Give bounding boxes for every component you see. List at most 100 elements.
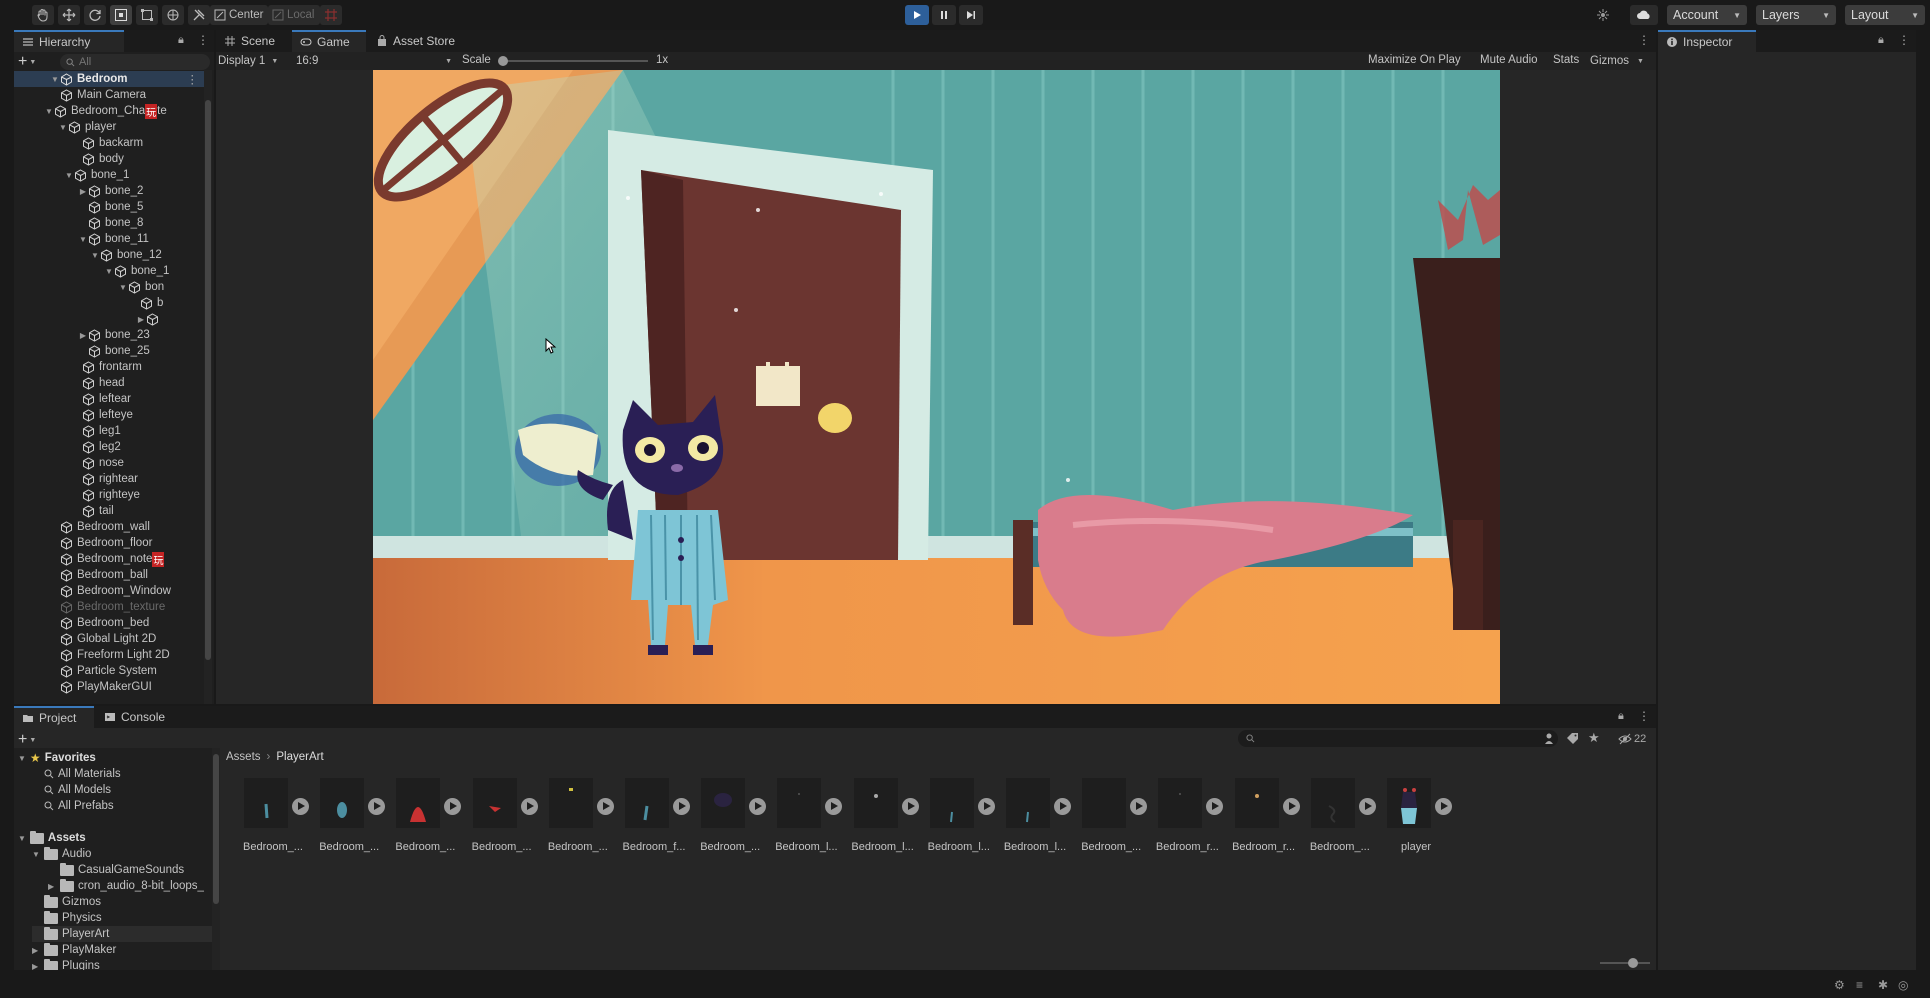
aspect-dropdown[interactable]: 16:9 ▼ <box>296 53 452 69</box>
display-dropdown[interactable]: Display 1 ▼ <box>218 53 290 69</box>
lock-icon[interactable]: 🔒︎ <box>1618 710 1624 723</box>
cloud-icon[interactable] <box>1630 5 1658 25</box>
chevron-right-icon[interactable]: ▶ <box>136 315 146 324</box>
scale-slider-thumb[interactable] <box>498 56 508 66</box>
hierarchy-item[interactable]: body <box>14 151 204 167</box>
chevron-down-icon[interactable]: ▼ <box>104 267 114 276</box>
debug-icon[interactable]: ✱ <box>1878 978 1888 992</box>
chevron-down-icon[interactable]: ▼ <box>78 235 88 244</box>
hierarchy-scrollbar[interactable] <box>204 70 212 704</box>
expand-prefab-icon[interactable] <box>368 798 386 815</box>
favorite-star-icon[interactable]: ★ <box>1588 730 1600 746</box>
expand-prefab-icon[interactable] <box>1130 798 1148 815</box>
expand-prefab-icon[interactable] <box>1358 798 1376 815</box>
asset-item[interactable]: Bedroom_... <box>312 772 386 858</box>
hierarchy-search-field[interactable] <box>60 54 210 70</box>
move-tool-icon[interactable] <box>58 5 80 25</box>
tab-scene[interactable]: Scene <box>216 30 290 52</box>
hierarchy-item[interactable]: ▶ <box>14 311 204 327</box>
hierarchy-item[interactable]: righteye <box>14 487 204 503</box>
create-asset-button[interactable]: + ▼ <box>18 732 42 748</box>
hierarchy-item[interactable]: tail <box>14 503 204 519</box>
asset-item[interactable]: player <box>1379 772 1453 858</box>
folder-item[interactable]: ▶ Plugins <box>32 958 100 970</box>
expand-prefab-icon[interactable] <box>1282 798 1300 815</box>
hierarchy-item[interactable]: rightear <box>14 471 204 487</box>
folder-item[interactable]: PlayerArt <box>32 926 214 942</box>
maximize-on-play-toggle[interactable]: Maximize On Play <box>1368 54 1461 66</box>
project-tree-scroll-thumb[interactable] <box>213 754 219 904</box>
asset-item[interactable]: Bedroom_r... <box>1150 772 1224 858</box>
hierarchy-item[interactable]: ▶ bone_2 <box>14 183 204 199</box>
expand-prefab-icon[interactable] <box>520 798 538 815</box>
custom-tools-icon[interactable] <box>188 5 210 25</box>
more-options-icon[interactable]: ⋮ <box>1638 33 1650 47</box>
chevron-down-icon[interactable]: ▼ <box>32 850 40 859</box>
chevron-down-icon[interactable]: ▼ <box>58 123 68 132</box>
hierarchy-item[interactable]: PlayMakerGUI <box>14 679 204 695</box>
hierarchy-item[interactable]: Bedroom_bed <box>14 615 204 631</box>
tab-game[interactable]: Game <box>292 30 366 52</box>
asset-item[interactable]: Bedroom_... <box>1074 772 1148 858</box>
hierarchy-item[interactable]: ▶ bone_23 <box>14 327 204 343</box>
chevron-right-icon[interactable]: ▶ <box>32 962 40 971</box>
rect-tool-icon[interactable] <box>136 5 158 25</box>
hierarchy-item[interactable]: b <box>14 295 204 311</box>
hierarchy-item[interactable]: Global Light 2D <box>14 631 204 647</box>
pivot-center-toggle[interactable]: Center <box>210 5 268 25</box>
rotate-tool-icon[interactable] <box>84 5 106 25</box>
more-options-icon[interactable]: ⋮ <box>1898 33 1910 47</box>
hierarchy-item[interactable]: Bedroom_floor <box>14 535 204 551</box>
activity-icon[interactable]: ◎ <box>1898 978 1908 992</box>
chevron-right-icon[interactable]: ▶ <box>78 331 88 340</box>
expand-prefab-icon[interactable] <box>1206 798 1224 815</box>
transform-tool-icon[interactable] <box>162 5 184 25</box>
hierarchy-item[interactable]: Bedroom_ball <box>14 567 204 583</box>
database-icon[interactable]: ≡ <box>1856 978 1863 992</box>
search-by-type-icon[interactable] <box>1544 732 1557 745</box>
project-tree-scrollbar[interactable] <box>212 748 220 970</box>
layout-dropdown[interactable]: Layout ▼ <box>1845 5 1925 25</box>
expand-prefab-icon[interactable] <box>977 798 995 815</box>
hierarchy-item[interactable]: ▼ bone_1 <box>14 263 204 279</box>
expand-prefab-icon[interactable] <box>825 798 843 815</box>
hierarchy-item[interactable]: ▼ bone_1 <box>14 167 204 183</box>
hierarchy-item[interactable]: head <box>14 375 204 391</box>
stats-toggle[interactable]: Stats <box>1553 54 1579 66</box>
expand-prefab-icon[interactable] <box>1435 798 1452 815</box>
mute-audio-toggle[interactable]: Mute Audio <box>1480 54 1538 66</box>
hierarchy-item[interactable]: Bedroom_note 玩 <box>14 551 204 567</box>
tab-inspector[interactable]: Inspector <box>1658 30 1756 52</box>
hierarchy-item[interactable]: ▼ bone_12 <box>14 247 204 263</box>
hierarchy-item[interactable]: Bedroom_wall <box>14 519 204 535</box>
project-search-field[interactable] <box>1238 730 1558 747</box>
hierarchy-item[interactable]: Particle System <box>14 663 204 679</box>
asset-item[interactable]: Bedroom_l... <box>769 772 843 858</box>
chevron-down-icon[interactable]: ▼ <box>90 251 100 260</box>
scene-row[interactable]: ▼ Bedroom ⋮ <box>14 71 204 87</box>
hierarchy-item[interactable]: Bedroom_Window <box>14 583 204 599</box>
asset-item[interactable]: Bedroom_... <box>465 772 539 858</box>
pause-button[interactable] <box>932 5 956 25</box>
grid-snap-icon[interactable] <box>320 5 342 25</box>
chevron-down-icon[interactable]: ▼ <box>118 283 128 292</box>
bug-report-icon[interactable]: ⚙ <box>1834 978 1845 992</box>
tab-project[interactable]: Project <box>14 706 94 728</box>
hidden-packages-toggle[interactable]: 22 <box>1618 731 1646 747</box>
folder-item[interactable]: Physics <box>32 910 102 926</box>
asset-item[interactable]: Bedroom_l... <box>846 772 920 858</box>
asset-item[interactable]: Bedroom_... <box>1303 772 1377 858</box>
hierarchy-item[interactable]: ▼ player <box>14 119 204 135</box>
chevron-right-icon[interactable]: ▶ <box>32 946 40 955</box>
folder-item[interactable]: CasualGameSounds <box>48 862 184 878</box>
chevron-right-icon[interactable]: ▶ <box>78 187 88 196</box>
folder-item[interactable]: ▼ Audio <box>32 846 91 862</box>
account-dropdown[interactable]: Account ▼ <box>1667 5 1747 25</box>
hierarchy-item[interactable]: lefteye <box>14 407 204 423</box>
expand-prefab-icon[interactable] <box>901 798 919 815</box>
asset-item[interactable]: Bedroom_f... <box>617 772 691 858</box>
more-options-icon[interactable]: ⋮ <box>197 33 209 47</box>
add-object-button[interactable]: + ▼ <box>18 54 42 70</box>
favorites-item[interactable]: All Models <box>44 782 111 798</box>
favorites-header[interactable]: ▼ ★ Favorites <box>18 750 96 766</box>
